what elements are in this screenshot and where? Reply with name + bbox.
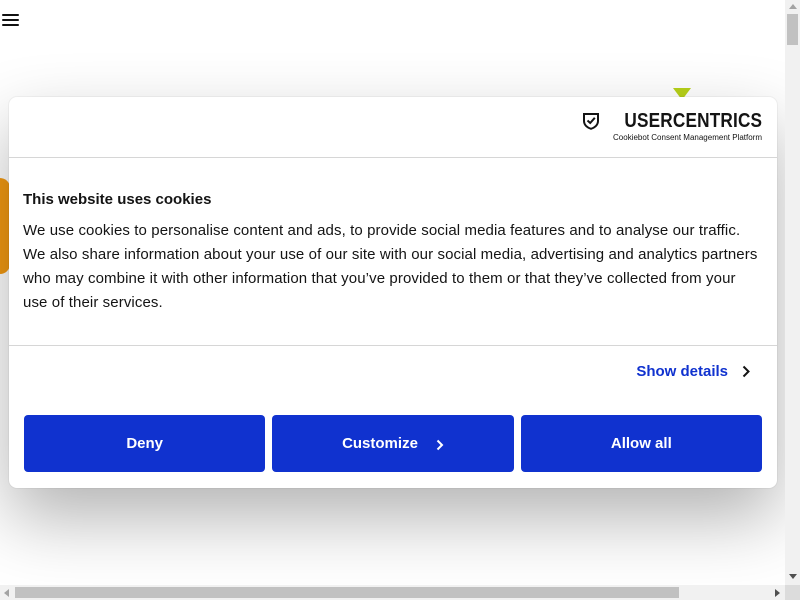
dialog-text: We use cookies to personalise content an… [23, 222, 758, 311]
horizontal-scrollbar[interactable] [0, 585, 785, 600]
scroll-down-arrow-icon[interactable] [789, 574, 797, 579]
show-details-link[interactable]: Show details [636, 363, 750, 380]
customize-label: Customize [342, 435, 418, 452]
allow-all-button[interactable]: Allow all [520, 415, 762, 472]
vertical-scroll-thumb[interactable] [787, 14, 798, 45]
scroll-left-arrow-icon[interactable] [4, 589, 9, 597]
deny-label: Deny [126, 435, 163, 452]
brand-logo: USERCENTRICS Cookiebot Consent Managemen… [582, 111, 762, 142]
menu-bar [2, 19, 19, 21]
customize-button[interactable]: Customize [272, 415, 514, 472]
deny-button[interactable]: Deny [24, 415, 266, 472]
menu-bar [2, 14, 19, 16]
dialog-header: USERCENTRICS Cookiebot Consent Managemen… [9, 97, 777, 158]
scroll-right-arrow-icon[interactable] [775, 589, 780, 597]
horizontal-scroll-thumb[interactable] [15, 587, 679, 598]
allow-all-label: Allow all [610, 435, 672, 452]
chevron-right-icon [742, 365, 750, 378]
brand-subtitle: Cookiebot Consent Management Platform [613, 133, 762, 142]
dialog-title: This website uses cookies [23, 191, 212, 208]
show-details-label: Show details [636, 363, 728, 380]
cookie-consent-dialog: USERCENTRICS Cookiebot Consent Managemen… [9, 97, 777, 488]
shield-check-icon [582, 113, 599, 130]
brand-name: USERCENTRICS [624, 110, 762, 132]
scroll-up-arrow-icon[interactable] [789, 4, 797, 9]
vertical-scrollbar[interactable] [785, 0, 800, 585]
brand-row: USERCENTRICS [582, 111, 762, 131]
hamburger-menu-icon[interactable] [2, 14, 19, 27]
scrollbar-corner [785, 585, 800, 600]
dialog-body: This website uses cookies We use cookies… [9, 158, 777, 346]
consent-buttons: Deny Customize Allow all [24, 415, 762, 472]
menu-bar [2, 24, 19, 26]
chevron-right-icon [436, 439, 444, 451]
